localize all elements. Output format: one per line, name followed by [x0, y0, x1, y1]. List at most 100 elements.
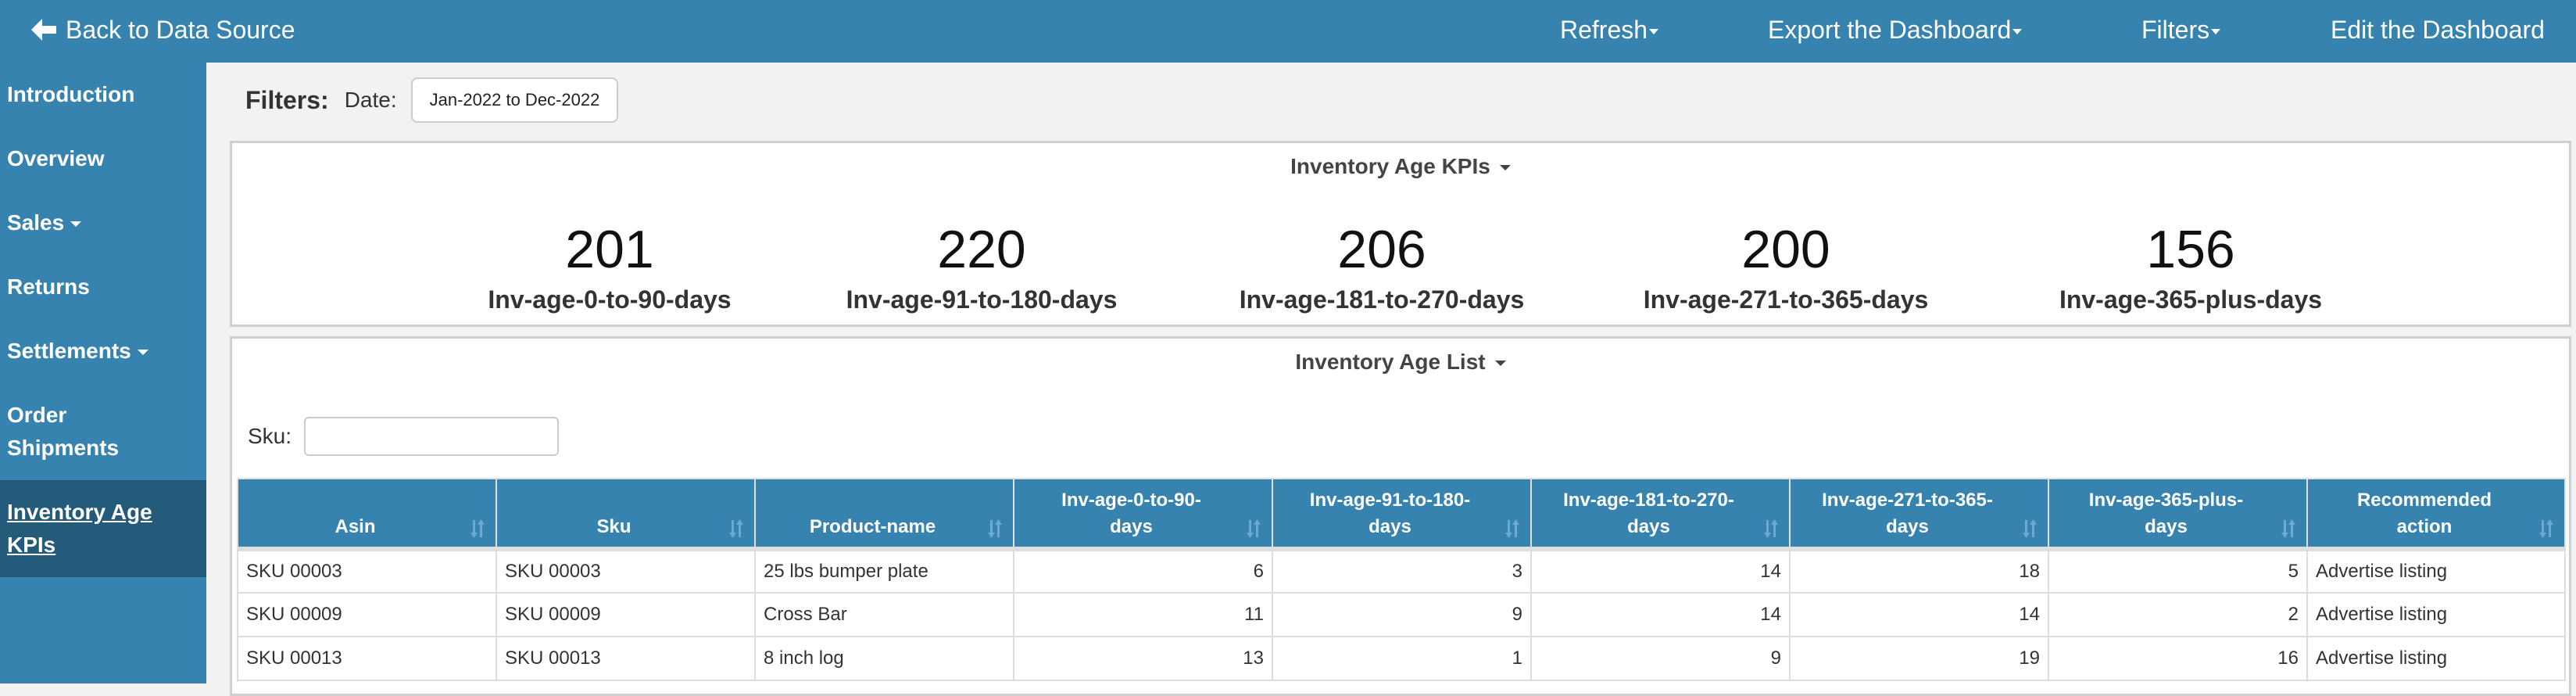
filters-label: Filters — [2141, 16, 2210, 44]
date-range-button[interactable]: Jan-2022 to Dec-2022 — [410, 77, 619, 123]
sidebar-item-label: Inventory Age — [7, 500, 152, 524]
caret-down-icon — [1494, 361, 1506, 367]
back-label: Back to Data Source — [66, 16, 295, 44]
kpi-panel-title[interactable]: Inventory Age KPIs — [232, 154, 2569, 179]
sidebar: Introduction Overview Sales Returns Sett… — [0, 63, 206, 683]
cell-product-name: 8 inch log — [754, 636, 1014, 681]
sidebar-item-label: Introduction — [7, 82, 135, 106]
cell-asin: SKU 00003 — [237, 548, 497, 594]
header-line: Inv-age-181-to-270- — [1563, 490, 1734, 511]
sort-icon[interactable] — [988, 518, 1002, 539]
sort-icon[interactable] — [1764, 518, 1778, 539]
filters-bar: Filters: Date: Jan-2022 to Dec-2022 — [245, 77, 619, 124]
table-header-row: Asin Sku Product-name Inv-age-0-to-90- da… — [237, 478, 2566, 551]
cell-recommended-action: Advertise listing — [2306, 548, 2566, 594]
header-line: days — [2145, 516, 2188, 537]
caret-down-icon — [2012, 29, 2023, 35]
export-label: Export the Dashboard — [1768, 16, 2012, 44]
filters-menu[interactable]: Filters — [2141, 0, 2221, 59]
cell-inv-age-181-270: 14 — [1530, 548, 1791, 594]
header-line: Inv-age-365-plus- — [2088, 490, 2244, 511]
kpi-value: 201 — [565, 220, 654, 279]
list-panel-title-text: Inventory Age List — [1295, 350, 1486, 374]
sku-label: Sku: — [248, 424, 292, 448]
sort-icon[interactable] — [2539, 518, 2553, 539]
column-header-sku[interactable]: Sku — [496, 478, 756, 551]
kpi-label: Inv-age-365-plus-days — [2059, 285, 2323, 314]
inventory-age-table: Asin Sku Product-name Inv-age-0-to-90- da… — [237, 478, 2566, 681]
sidebar-item-label: Settlements — [7, 339, 131, 363]
header-line: Inv-age-91-to-180- — [1309, 490, 1471, 511]
sort-icon[interactable] — [470, 518, 485, 539]
cell-sku: SKU 00013 — [496, 636, 756, 681]
column-header-asin[interactable]: Asin — [237, 478, 497, 551]
cell-inv-age-91-180: 3 — [1272, 548, 1532, 594]
edit-dashboard-link[interactable]: Edit the Dashboard — [2331, 0, 2545, 59]
cell-product-name: 25 lbs bumper plate — [754, 548, 1014, 594]
cell-recommended-action: Advertise listing — [2306, 636, 2566, 681]
kpi-label: Inv-age-91-to-180-days — [846, 285, 1118, 314]
sku-input[interactable] — [304, 417, 560, 456]
sort-icon[interactable] — [2023, 518, 2037, 539]
table-row[interactable]: SKU 00003 SKU 00003 25 lbs bumper plate 6 3 1… — [237, 548, 2566, 594]
kpi-value: 156 — [2146, 220, 2235, 279]
caret-down-icon — [2211, 29, 2221, 35]
cell-inv-age-0-90: 6 — [1013, 548, 1273, 594]
column-header-inv-age-91-180[interactable]: Inv-age-91-to-180- days — [1272, 478, 1532, 551]
back-to-data-source-link[interactable]: Back to Data Source — [31, 0, 295, 59]
sort-icon[interactable] — [1505, 518, 1519, 539]
top-bar: Back to Data Source Refresh Export the D… — [0, 0, 2576, 63]
header-line: days — [1886, 516, 1929, 537]
cell-inv-age-271-365: 19 — [1789, 636, 2049, 681]
cell-inv-age-365-plus: 5 — [2048, 548, 2308, 594]
kpi-value: 206 — [1337, 220, 1426, 279]
kpi-label: Inv-age-0-to-90-days — [488, 285, 732, 314]
cell-inv-age-91-180: 9 — [1272, 592, 1532, 637]
kpi-value: 220 — [937, 220, 1026, 279]
sidebar-item-inventory-age-kpis[interactable]: Inventory Age KPIs — [0, 480, 206, 577]
header-line: days — [1627, 516, 1670, 537]
sku-filter: Sku: — [248, 417, 560, 456]
column-header-recommended-action[interactable]: Recommended action — [2306, 478, 2566, 551]
cell-inv-age-365-plus: 2 — [2048, 592, 2308, 637]
refresh-label: Refresh — [1560, 16, 1648, 44]
filters-title: Filters: — [245, 85, 329, 114]
sidebar-item-returns[interactable]: Returns — [0, 271, 206, 303]
sidebar-item-overview[interactable]: Overview — [0, 142, 206, 175]
cell-recommended-action: Advertise listing — [2306, 592, 2566, 637]
cell-sku: SKU 00003 — [496, 548, 756, 594]
cell-sku: SKU 00009 — [496, 592, 756, 637]
cell-inv-age-0-90: 11 — [1013, 592, 1273, 637]
column-header-product-name[interactable]: Product-name — [754, 478, 1014, 551]
column-header-inv-age-0-90[interactable]: Inv-age-0-to-90- days — [1013, 478, 1273, 551]
cell-inv-age-271-365: 18 — [1789, 548, 2049, 594]
header-line: days — [1368, 516, 1411, 537]
table-row[interactable]: SKU 00009 SKU 00009 Cross Bar 11 9 14 14 2 Adver… — [237, 592, 2566, 637]
sidebar-item-sales[interactable]: Sales — [0, 206, 206, 239]
table-row[interactable]: SKU 00013 SKU 00013 8 inch log 13 1 9 19 16 Adve… — [237, 636, 2566, 681]
column-header-inv-age-181-270[interactable]: Inv-age-181-to-270- days — [1530, 478, 1791, 551]
cell-product-name: Cross Bar — [754, 592, 1014, 637]
kpi-label: Inv-age-271-to-365-days — [1643, 285, 1929, 314]
cell-asin: SKU 00013 — [237, 636, 497, 681]
sidebar-item-settlements[interactable]: Settlements — [0, 335, 206, 368]
arrow-left-icon — [31, 18, 58, 41]
sort-icon[interactable] — [2281, 518, 2295, 539]
column-header-inv-age-271-365[interactable]: Inv-age-271-to-365- days — [1789, 478, 2049, 551]
export-dashboard-menu[interactable]: Export the Dashboard — [1768, 0, 2023, 59]
header-line: Sku — [596, 516, 631, 537]
column-header-inv-age-365-plus[interactable]: Inv-age-365-plus-days — [2048, 478, 2308, 551]
sidebar-item-introduction[interactable]: Introduction — [0, 78, 206, 111]
sort-icon[interactable] — [1247, 518, 1261, 539]
sidebar-item-order-shipments[interactable]: Order Shipments — [0, 399, 206, 465]
header-line: Inv-age-0-to-90- — [1061, 490, 1201, 511]
refresh-menu[interactable]: Refresh — [1560, 0, 1659, 59]
sidebar-item-label: Shipments — [7, 436, 120, 460]
cell-inv-age-181-270: 14 — [1530, 592, 1791, 637]
edit-label: Edit the Dashboard — [2331, 16, 2545, 44]
list-panel-title[interactable]: Inventory Age List — [232, 350, 2569, 375]
cell-inv-age-365-plus: 16 — [2048, 636, 2308, 681]
header-line: Asin — [335, 516, 376, 537]
header-line: Product-name — [809, 516, 936, 537]
sort-icon[interactable] — [729, 518, 743, 539]
